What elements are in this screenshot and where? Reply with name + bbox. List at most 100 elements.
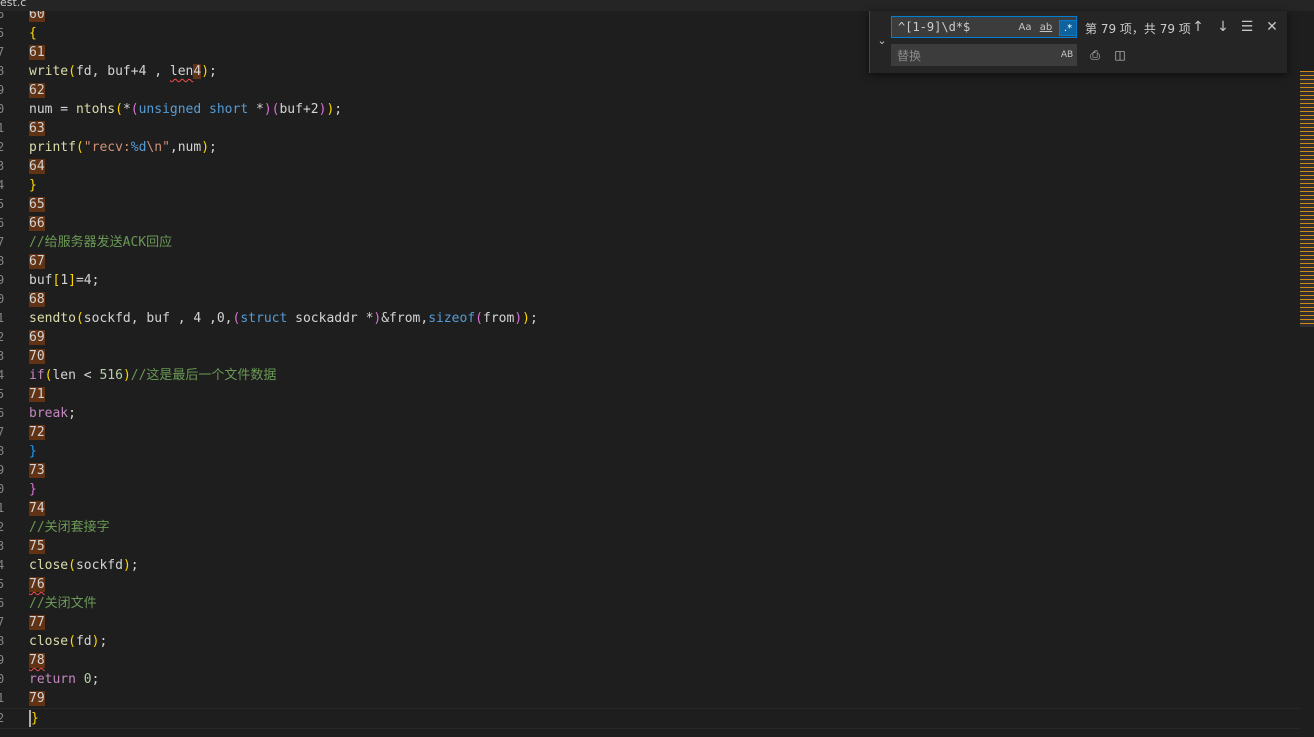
- code-token: }: [31, 711, 39, 726]
- next-match-arrow-down-icon[interactable]: ↓: [1213, 17, 1233, 37]
- code-text: 70: [29, 347, 45, 366]
- code-line: 4 if(len < 516)//这是最后一个文件数据: [0, 366, 1300, 385]
- line-number: 1: [0, 501, 5, 515]
- code-token: buf: [29, 273, 53, 288]
- match-case-toggle[interactable]: Aa: [1016, 20, 1034, 36]
- line-number: 6: [0, 11, 5, 21]
- replace-one-icon[interactable]: ⎙: [1085, 46, 1105, 64]
- code-token: ntohs: [75, 102, 116, 117]
- code-text: 60: [29, 11, 45, 24]
- line-number: 7: [0, 235, 5, 249]
- close-icon[interactable]: ✕: [1262, 17, 1282, 37]
- code-line: 0 return 0;: [0, 670, 1300, 689]
- code-token: (: [475, 311, 483, 326]
- code-token: 74: [29, 501, 45, 516]
- code-line: 7 72: [0, 423, 1300, 442]
- preserve-case-toggle[interactable]: AB: [1058, 47, 1076, 63]
- code-token: }: [29, 178, 37, 193]
- code-text: sendto(sockfd, buf , 4 ,0,(struct sockad…: [29, 309, 538, 328]
- line-number: 7: [0, 425, 5, 439]
- code-token: ): [201, 64, 210, 79]
- code-token: len <: [52, 368, 100, 383]
- code-text: {: [29, 24, 37, 43]
- line-number: 0: [0, 482, 5, 496]
- line-number: 0: [0, 672, 5, 686]
- line-number: 2: [0, 711, 5, 725]
- line-number: 0: [0, 102, 5, 116]
- code-line: 4 close(sockfd);: [0, 556, 1300, 575]
- code-editor[interactable]: 6 60 5{7 61 8 write(fd, buf+4 , len4); 9 62 0 num…: [0, 11, 1300, 737]
- line-number: 3: [0, 349, 5, 363]
- code-text: 72: [29, 423, 45, 442]
- code-line: 1 74: [0, 499, 1300, 518]
- code-line: 1 63: [0, 119, 1300, 138]
- code-token: 79: [29, 691, 45, 706]
- code-text: if(len < 516)//这是最后一个文件数据: [29, 366, 276, 385]
- code-token: ): [122, 368, 131, 383]
- code-token: //这是最后一个文件数据: [130, 368, 277, 383]
- line-number: 0: [0, 292, 5, 306]
- code-text: }: [29, 176, 37, 195]
- code-token: sendto: [29, 311, 76, 326]
- line-number: 8: [0, 444, 5, 458]
- previous-match-arrow-up-icon[interactable]: ↑: [1188, 17, 1208, 37]
- vertical-scrollbar[interactable]: [1300, 11, 1314, 737]
- code-token: 61: [29, 45, 45, 60]
- code-token: fd: [75, 634, 92, 649]
- code-text: }: [29, 442, 37, 461]
- code-token: 77: [29, 615, 45, 630]
- code-token: 71: [29, 387, 45, 402]
- find-in-selection-icon[interactable]: ☰: [1237, 17, 1257, 37]
- scrollbar-thumb[interactable]: [1300, 71, 1314, 327]
- code-token: 64: [29, 159, 45, 174]
- line-number: 1: [0, 311, 5, 325]
- code-text: }: [29, 709, 39, 728]
- code-text: 71: [29, 385, 45, 404]
- code-token: ): [122, 558, 131, 573]
- code-line: 5 71: [0, 385, 1300, 404]
- code-line: 3 70: [0, 347, 1300, 366]
- code-line: 9 73: [0, 461, 1300, 480]
- code-token: fd, buf+4 ,: [75, 64, 170, 79]
- code-line: 3 75: [0, 537, 1300, 556]
- line-number: 7: [0, 45, 5, 59]
- find-input[interactable]: ^[1-9]\d*$ Aa ab .*: [891, 16, 1077, 38]
- code-line: 5 65: [0, 195, 1300, 214]
- line-number: 2: [0, 140, 5, 154]
- code-token: %d: [130, 140, 147, 155]
- code-line: 2 //关闭套接字: [0, 518, 1300, 537]
- code-token: 69: [29, 330, 45, 345]
- code-text: 66: [29, 214, 45, 233]
- replace-all-icon[interactable]: ◫: [1110, 46, 1130, 64]
- code-line: 0}: [0, 480, 1300, 499]
- code-token: 70: [29, 349, 45, 364]
- line-number: 4: [0, 558, 5, 572]
- code-token: len: [169, 64, 194, 79]
- code-token: ]: [68, 273, 76, 288]
- file-tab-label[interactable]: est.c: [0, 0, 26, 10]
- code-text: }: [29, 480, 37, 499]
- code-token: ;: [529, 311, 538, 326]
- code-line: 0 num = ntohs(*(unsigned short *)(buf+2))…: [0, 100, 1300, 119]
- code-token: ;: [68, 406, 76, 421]
- code-text: //关闭文件: [29, 594, 97, 613]
- code-text: 64: [29, 157, 45, 176]
- use-regex-toggle[interactable]: .*: [1059, 20, 1077, 36]
- code-token: 75: [29, 539, 45, 554]
- toggle-replace-chevron-icon[interactable]: ⌄: [874, 33, 890, 49]
- line-number: 9: [0, 273, 5, 287]
- code-token: buf+2: [279, 102, 319, 117]
- code-text: 67: [29, 252, 45, 271]
- code-line: 6 break;: [0, 404, 1300, 423]
- code-token: }: [29, 482, 37, 497]
- code-token: 1: [60, 273, 69, 288]
- line-number: 2: [0, 330, 5, 344]
- match-whole-word-toggle[interactable]: ab: [1037, 20, 1055, 36]
- code-text: 78: [29, 651, 45, 670]
- line-number: 7: [0, 615, 5, 629]
- replace-input[interactable]: 替换 AB: [891, 44, 1077, 66]
- code-text: return 0;: [29, 670, 99, 689]
- code-token: 60: [29, 11, 45, 22]
- line-number: 8: [0, 634, 5, 648]
- code-token: close: [29, 558, 69, 573]
